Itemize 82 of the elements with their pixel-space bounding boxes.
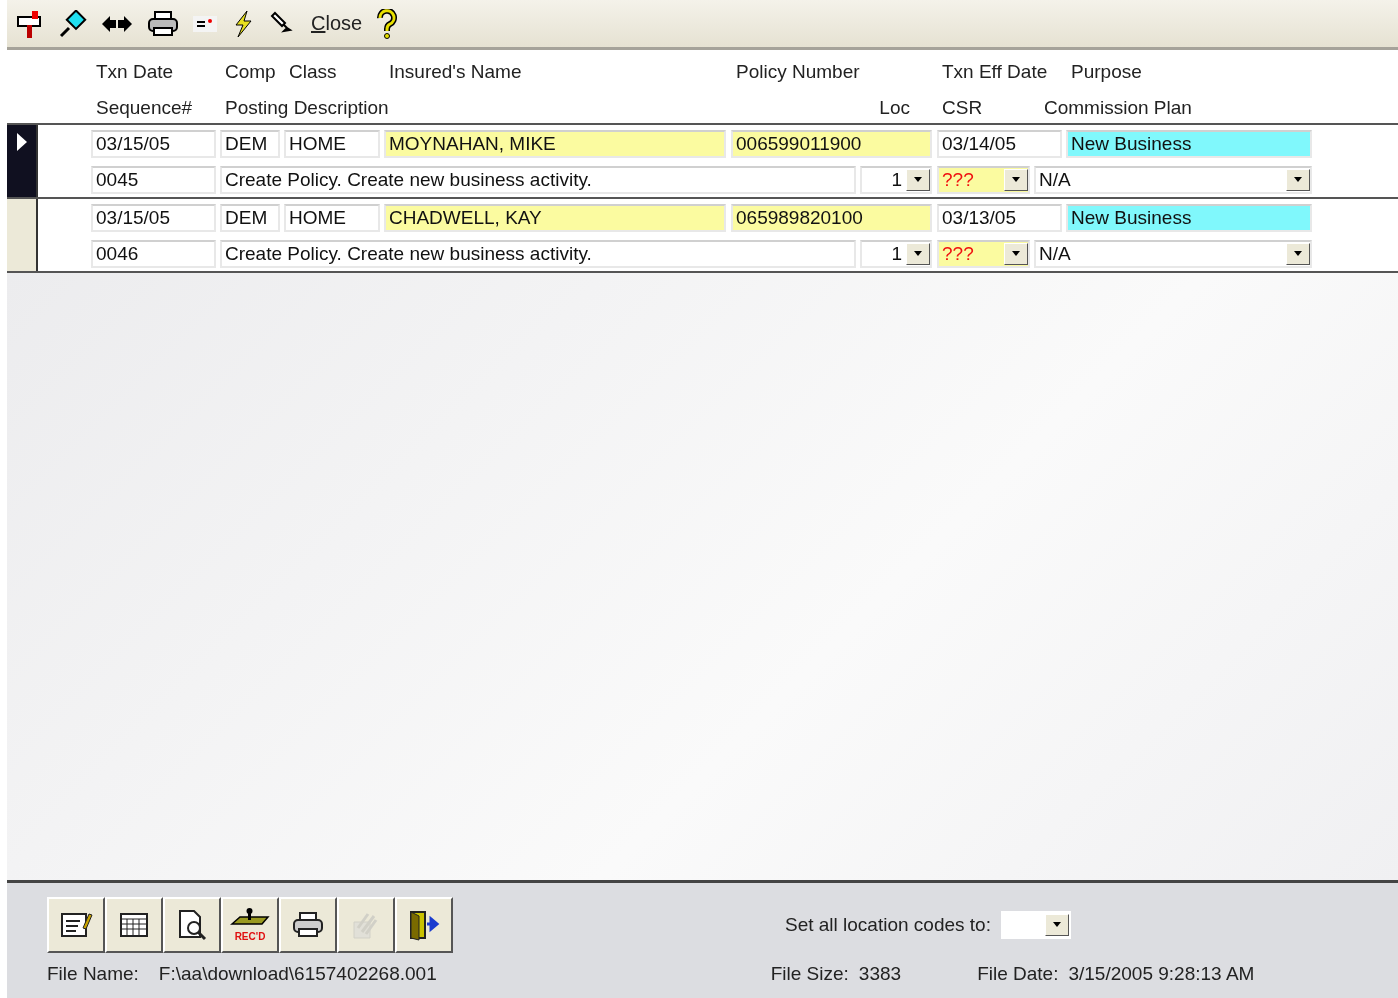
dropdown-value: ??? <box>942 167 974 192</box>
note-pencil-icon <box>59 910 93 940</box>
current-row-icon <box>16 133 27 151</box>
column-header: Txn Eff Date <box>941 60 1049 84</box>
caret-icon <box>1293 176 1303 183</box>
policy-field[interactable]: 006599011900 <box>731 130 932 158</box>
sequence-field[interactable]: 0046 <box>91 239 216 268</box>
date-field[interactable]: 03/14/05 <box>937 130 1062 158</box>
name-field[interactable]: MOYNAHAN, MIKE <box>384 130 726 158</box>
toolbar-button[interactable] <box>163 897 221 953</box>
search-icon[interactable] <box>59 9 87 38</box>
column-header: Comp <box>224 60 277 84</box>
dropdown-button[interactable] <box>1286 242 1310 265</box>
dropdown-button[interactable] <box>1044 914 1069 936</box>
loc-dropdown[interactable]: 1 <box>860 239 932 268</box>
calendar-grid-icon <box>119 911 149 939</box>
dropdown-value: ??? <box>942 241 974 266</box>
toolbar-button[interactable]: REC'D <box>221 897 279 953</box>
csr-dropdown[interactable]: ??? <box>937 165 1030 194</box>
date-field[interactable]: 03/15/05 <box>91 130 216 158</box>
column-header: Posting Description <box>224 95 390 120</box>
dropdown-value: 1 <box>891 167 902 192</box>
close-button[interactable]: Close <box>311 12 363 35</box>
file-name-value: F:\aa\download\6157402268.001 <box>158 963 437 985</box>
description-field[interactable]: Create Policy. Create new business activity. <box>220 165 856 194</box>
file-date-value: 3/15/2005 9:28:13 AM <box>1068 963 1255 985</box>
caret-icon <box>1293 250 1303 257</box>
toolbar-button[interactable] <box>47 897 105 953</box>
toolbar-button[interactable] <box>105 897 163 953</box>
policy-field[interactable]: 065989820100 <box>731 204 932 232</box>
dropdown-value: N/A <box>1039 167 1071 192</box>
text-field[interactable]: HOME <box>284 204 380 232</box>
toolbar-button[interactable] <box>395 897 453 953</box>
text-field[interactable]: DEM <box>220 130 280 158</box>
caret-icon <box>1011 250 1021 257</box>
column-header: Purpose <box>1070 60 1143 84</box>
location-codes-label: Set all location codes to: <box>785 914 991 936</box>
dropdown-button[interactable] <box>1004 242 1028 265</box>
column-header: Insured's Name <box>388 60 523 84</box>
caret-icon <box>1051 922 1062 928</box>
text-field[interactable]: HOME <box>284 130 380 158</box>
printer-icon <box>291 911 325 939</box>
dropdown-button[interactable] <box>1286 168 1310 191</box>
file-size-label: File Size: <box>770 963 849 985</box>
column-header: Txn Date <box>95 60 175 84</box>
row-selector[interactable] <box>7 125 38 197</box>
location-code-dropdown[interactable] <box>1000 911 1071 939</box>
purpose-field[interactable]: New Business <box>1066 204 1312 232</box>
row-selector[interactable] <box>7 199 38 271</box>
column-header: Commission Plan <box>1043 95 1193 120</box>
sequence-field[interactable]: 0045 <box>91 165 216 194</box>
column-header: CSR <box>941 95 984 120</box>
csr-dropdown[interactable]: ??? <box>937 239 1030 268</box>
dropdown-button[interactable] <box>906 242 930 265</box>
name-field[interactable]: CHADWELL, KAY <box>384 204 726 232</box>
commission-dropdown[interactable]: N/A <box>1034 165 1312 194</box>
column-header: Class <box>288 60 338 84</box>
purpose-field[interactable]: New Business <box>1066 130 1312 158</box>
column-header: Loc <box>878 95 911 120</box>
file-size-value: 3383 <box>858 963 902 985</box>
toolbar-button[interactable] <box>279 897 337 953</box>
column-header: Policy Number <box>735 60 861 84</box>
date-field[interactable]: 03/15/05 <box>91 204 216 232</box>
document-magnifier-icon <box>176 909 208 941</box>
column-header: Sequence# <box>95 95 194 120</box>
file-date-label: File Date: <box>977 963 1059 985</box>
caret-icon <box>1011 176 1021 183</box>
date-field[interactable]: 03/13/05 <box>937 204 1062 232</box>
description-field[interactable]: Create Policy. Create new business activity. <box>220 239 856 268</box>
commission-dropdown[interactable]: N/A <box>1034 239 1312 268</box>
dropdown-button[interactable] <box>906 168 930 191</box>
dropdown-value: 1 <box>891 241 902 266</box>
caret-icon <box>913 176 923 183</box>
printer-icon[interactable] <box>147 9 179 38</box>
file-name-label: File Name: <box>47 963 139 985</box>
dropdown-value: N/A <box>1039 241 1071 266</box>
dropdown-button[interactable] <box>1004 168 1028 191</box>
help-icon[interactable] <box>376 8 399 39</box>
caret-icon <box>913 250 923 257</box>
text-field[interactable]: DEM <box>220 204 280 232</box>
loc-dropdown[interactable]: 1 <box>860 165 932 194</box>
door-exit-icon <box>407 909 441 941</box>
